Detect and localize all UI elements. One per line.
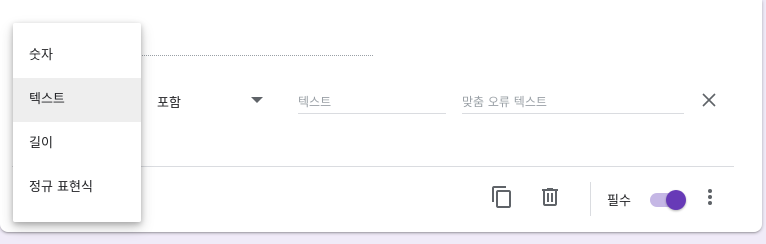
text-input[interactable] bbox=[298, 95, 446, 112]
validation-type-menu: 숫자 텍스트 길이 정규 표현식 bbox=[13, 23, 141, 222]
condition-selected-label: 포함 bbox=[157, 96, 181, 111]
menu-item-text[interactable]: 텍스트 bbox=[13, 78, 141, 122]
close-icon[interactable] bbox=[700, 91, 718, 109]
condition-dropdown[interactable]: 포함 bbox=[157, 88, 269, 114]
chevron-down-icon bbox=[251, 97, 263, 103]
menu-item-number[interactable]: 숫자 bbox=[13, 34, 141, 78]
menu-item-regex[interactable]: 정규 표현식 bbox=[13, 166, 141, 210]
copy-icon[interactable] bbox=[490, 185, 514, 209]
footer-vertical-divider bbox=[590, 182, 591, 216]
more-vert-icon[interactable] bbox=[702, 185, 718, 209]
text-field[interactable] bbox=[298, 91, 446, 114]
required-toggle[interactable] bbox=[648, 188, 686, 210]
required-label: 필수 bbox=[607, 194, 631, 209]
menu-item-length[interactable]: 길이 bbox=[13, 122, 141, 166]
custom-error-field[interactable] bbox=[462, 91, 684, 114]
custom-error-input[interactable] bbox=[462, 95, 684, 112]
toggle-thumb bbox=[666, 190, 686, 210]
question-underline bbox=[140, 55, 373, 56]
trash-icon[interactable] bbox=[538, 185, 562, 209]
